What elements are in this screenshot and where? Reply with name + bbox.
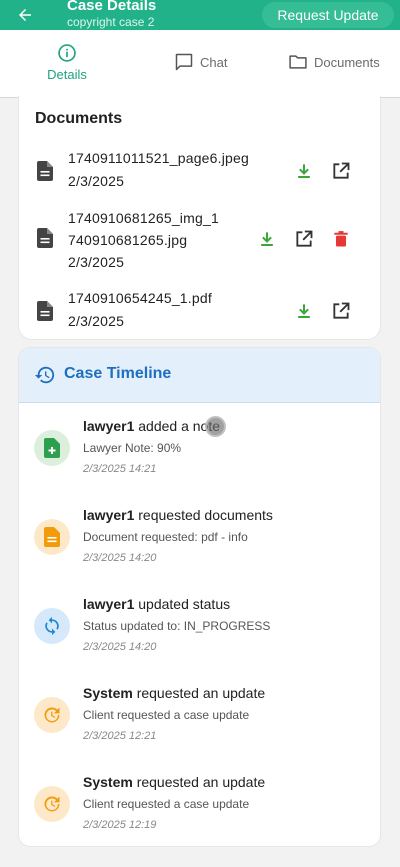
timeline-heading: Case Timeline — [64, 365, 172, 382]
timeline-title: lawyer1 requested documents — [83, 507, 273, 523]
timeline-title: lawyer1 added a note — [83, 418, 220, 434]
tab-bar: Details Chat Documents — [0, 30, 400, 98]
document-name-line1: 1740910681265_img_1 — [68, 210, 219, 226]
update-icon — [44, 796, 60, 812]
timeline-actor: lawyer1 — [83, 507, 135, 523]
touch-indicator — [205, 416, 226, 437]
timeline-timestamp: 2/3/2025 14:20 — [83, 641, 157, 653]
timeline-timestamp: 2/3/2025 12:21 — [83, 730, 157, 742]
timeline-badge — [34, 608, 70, 644]
document-item: 1740910681265_img_1 740910681265.jpg 2/3… — [19, 208, 382, 274]
request-update-button[interactable]: Request Update — [262, 2, 394, 28]
download-icon[interactable] — [257, 229, 277, 249]
document-date: 2/3/2025 — [68, 313, 125, 329]
timeline-actor: lawyer1 — [83, 596, 135, 612]
timeline-item: System requested an update Client reques… — [19, 685, 380, 765]
tab-details-label: Details — [47, 67, 87, 82]
tab-details[interactable]: Details — [27, 30, 107, 98]
note-add-icon — [44, 438, 60, 458]
document-name: 1740911011521_page6.jpeg — [68, 150, 250, 166]
chat-icon — [175, 53, 193, 71]
timeline-detail: Client requested a case update — [83, 797, 250, 811]
header-titles: Case Details copyright case 2 — [67, 0, 156, 29]
timeline-action: requested documents — [134, 507, 273, 523]
file-icon — [37, 301, 53, 321]
open-external-icon[interactable] — [331, 161, 351, 181]
timeline-timestamp: 2/3/2025 12:19 — [83, 819, 157, 831]
timeline-title: System requested an update — [83, 774, 265, 790]
tab-documents[interactable]: Documents — [288, 52, 380, 72]
folder-icon — [289, 55, 307, 69]
open-external-icon[interactable] — [294, 229, 314, 249]
arrow-left-icon[interactable] — [14, 6, 36, 24]
download-icon[interactable] — [294, 301, 314, 321]
timeline-badge — [34, 430, 70, 466]
timeline-badge — [34, 697, 70, 733]
document-icon — [44, 527, 60, 547]
app-bar: Case Details copyright case 2 Request Up… — [0, 0, 400, 30]
timeline-item: lawyer1 added a note Lawyer Note: 90% 2/… — [19, 418, 380, 498]
file-icon — [37, 228, 53, 248]
timeline-badge — [34, 786, 70, 822]
timeline-detail: Document requested: pdf - info — [83, 530, 248, 544]
timeline-badge — [34, 519, 70, 555]
document-item: 1740911011521_page6.jpeg 2/3/2025 — [19, 148, 382, 198]
page-title: Case Details — [67, 0, 157, 14]
download-icon[interactable] — [294, 161, 314, 181]
tab-chat[interactable]: Chat — [174, 52, 227, 72]
page-subtitle: copyright case 2 — [67, 15, 155, 29]
update-icon — [44, 707, 60, 723]
timeline-detail: Lawyer Note: 90% — [83, 441, 182, 455]
info-icon — [58, 44, 76, 62]
history-icon — [34, 366, 55, 384]
open-external-icon[interactable] — [331, 301, 351, 321]
timeline-title: lawyer1 updated status — [83, 596, 230, 612]
delete-icon[interactable] — [331, 229, 351, 249]
timeline-timestamp: 2/3/2025 14:20 — [83, 552, 157, 564]
timeline-timestamp: 2/3/2025 14:21 — [83, 463, 157, 475]
timeline-item: lawyer1 updated status Status updated to… — [19, 596, 380, 676]
timeline-card: Case Timeline lawyer1 added a note Lawye… — [18, 347, 381, 847]
timeline-detail: Status updated to: IN_PROGRESS — [83, 619, 271, 633]
timeline-actor: System — [83, 774, 133, 790]
timeline-action: requested an update — [132, 685, 266, 701]
timeline-actor: lawyer1 — [83, 418, 135, 434]
document-name: 1740910654245_1.pdf — [68, 290, 212, 306]
document-date: 2/3/2025 — [68, 173, 125, 189]
timeline-action: updated status — [134, 596, 231, 612]
document-name-line2: 740910681265.jpg — [68, 232, 188, 248]
documents-card: Documents 1740911011521_page6.jpeg 2/3/2… — [18, 96, 381, 340]
timeline-item: System requested an update Client reques… — [19, 774, 380, 846]
document-date: 2/3/2025 — [68, 254, 125, 270]
sync-icon — [45, 616, 59, 636]
timeline-detail: Client requested a case update — [83, 708, 250, 722]
tab-documents-label: Documents — [314, 54, 380, 70]
timeline-actor: System — [83, 685, 133, 701]
document-item: 1740910654245_1.pdf 2/3/2025 — [19, 288, 382, 338]
file-icon — [37, 161, 53, 181]
documents-heading: Documents — [35, 110, 123, 127]
timeline-title: System requested an update — [83, 685, 265, 701]
tab-chat-label: Chat — [200, 54, 228, 70]
timeline-action: requested an update — [132, 774, 266, 790]
timeline-item: lawyer1 requested documents Document req… — [19, 507, 380, 587]
timeline-header: Case Timeline — [19, 348, 380, 403]
